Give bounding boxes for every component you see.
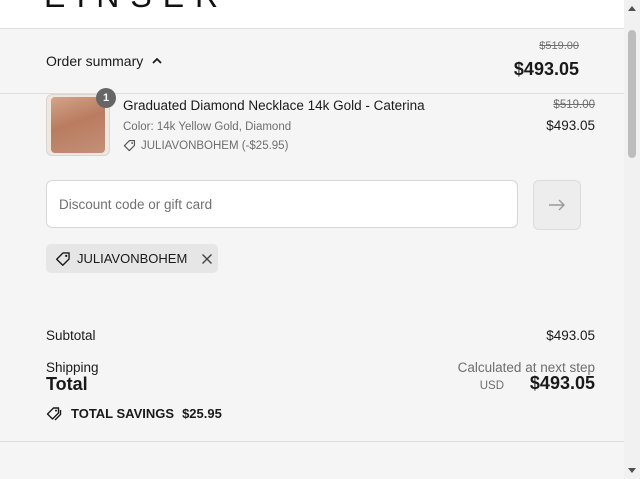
quantity-badge: 1 — [96, 88, 116, 108]
apply-discount-button[interactable] — [533, 180, 581, 230]
applied-discount-code: JULIAVONBOHEM — [77, 251, 188, 266]
tag-icon — [56, 251, 70, 266]
product-variant: Color: 14k Yellow Gold, Diamond — [123, 121, 292, 133]
scroll-down-icon[interactable] — [628, 468, 636, 473]
scroll-up-icon[interactable] — [628, 6, 636, 11]
tags-icon — [46, 407, 62, 421]
chevron-up-icon — [152, 57, 162, 64]
product-discount-text: JULIAVONBOHEM (-$25.95) — [141, 139, 289, 152]
page-scrollbar[interactable] — [624, 0, 640, 479]
total-currency: USD — [479, 380, 504, 392]
applied-discount-chip: JULIAVONBOHEM — [46, 244, 218, 273]
order-summary-bar[interactable]: Order summary $519.00 $493.05 — [0, 29, 624, 94]
product-discount: JULIAVONBOHEM (-$25.95) — [123, 139, 288, 152]
divider — [0, 441, 624, 442]
subtotal-label: Subtotal — [46, 328, 96, 343]
order-summary-label: Order summary — [46, 53, 144, 69]
store-logo[interactable]: EINSER — [44, 0, 229, 15]
tag-icon — [123, 139, 136, 152]
discount-code-input[interactable] — [46, 180, 518, 228]
product-image — [51, 97, 105, 153]
scrollbar-thumb[interactable] — [628, 30, 636, 158]
remove-discount-button[interactable] — [201, 253, 213, 265]
store-header: EINSER — [0, 0, 624, 29]
total-amount: $493.05 — [529, 373, 595, 393]
summary-compare-total: $519.00 — [539, 40, 579, 52]
order-summary-toggle[interactable]: Order summary — [46, 53, 163, 69]
product-price: $493.05 — [546, 118, 595, 133]
product-compare-price: $519.00 — [553, 99, 595, 111]
subtotal-value: $493.05 — [546, 328, 595, 343]
total-savings-value: $25.95 — [182, 406, 222, 421]
summary-total: $493.05 — [513, 59, 579, 79]
total-savings: TOTAL SAVINGS $25.95 — [46, 406, 222, 421]
total-savings-label: TOTAL SAVINGS — [71, 406, 175, 421]
arrow-right-icon — [549, 199, 565, 211]
total-label: Total — [46, 374, 88, 394]
close-icon — [202, 253, 213, 264]
shipping-label: Shipping — [46, 360, 99, 375]
product-name: Graduated Diamond Necklace 14k Gold - Ca… — [123, 98, 425, 113]
